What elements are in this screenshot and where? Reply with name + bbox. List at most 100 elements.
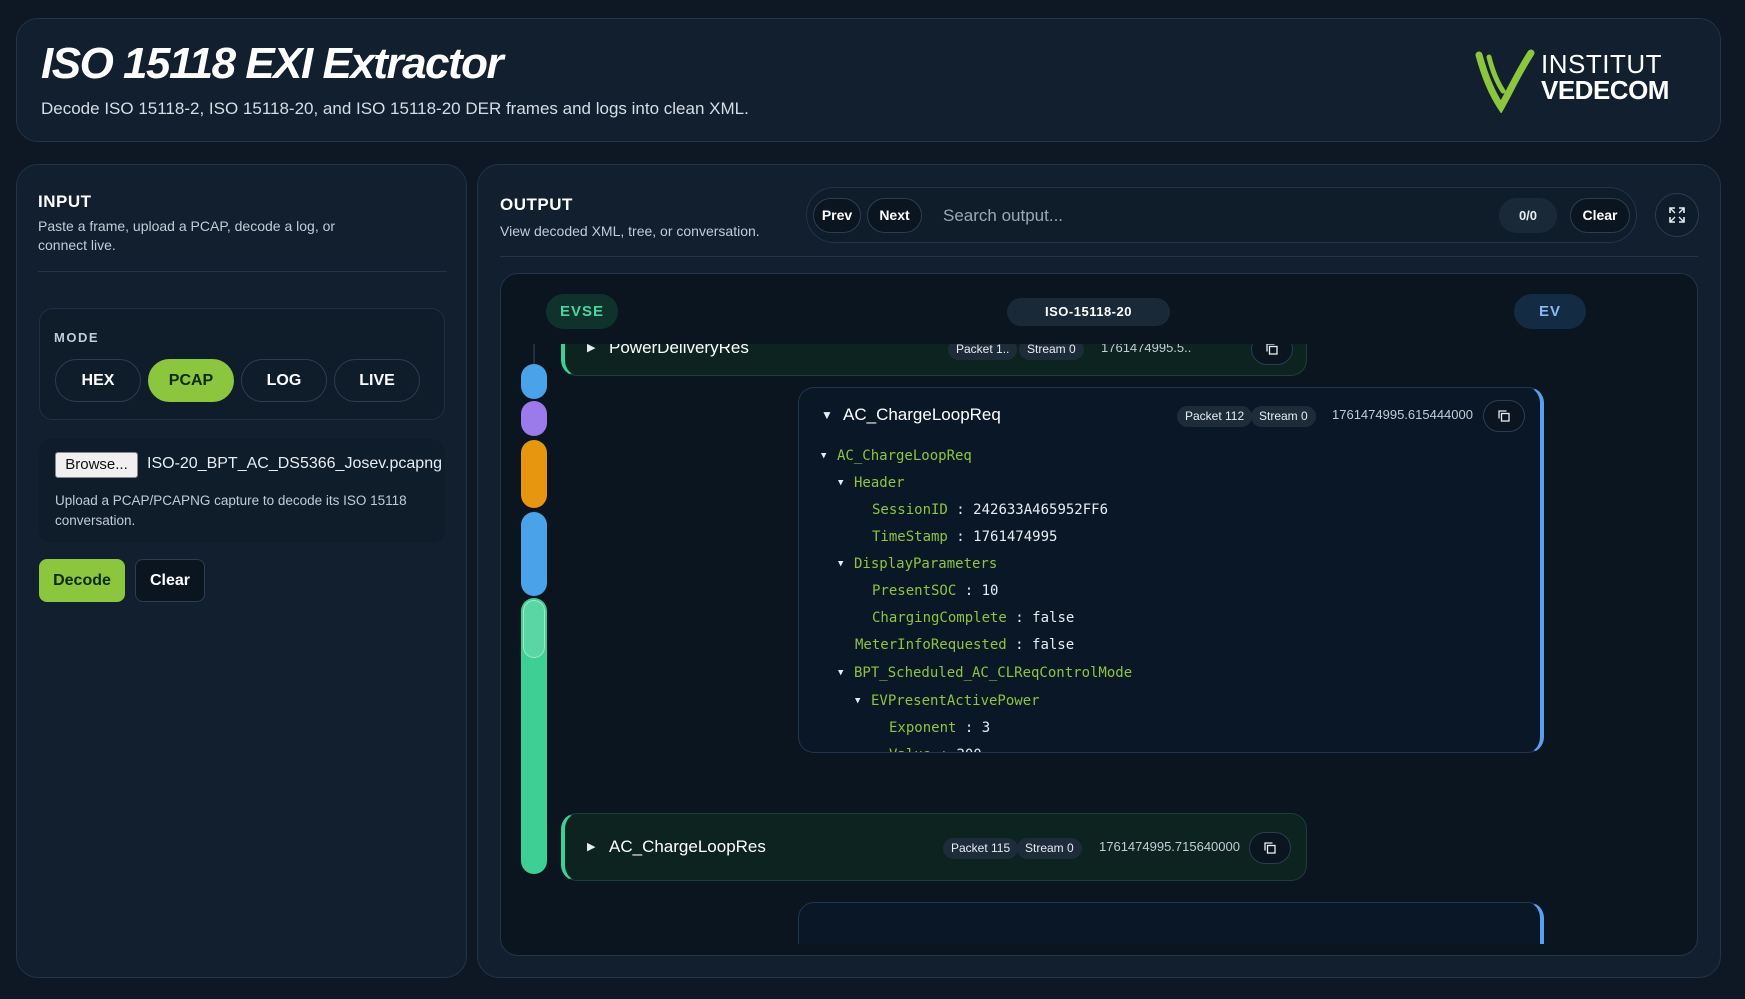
copy-button[interactable] [1483,400,1525,432]
tree-key: ChargingComplete [872,610,1007,626]
tree-leaf: PresentSOC : 10 [872,583,999,599]
message-card-ac-chargeloop-req[interactable]: ▼ AC_ChargeLoopReq Packet 112 Stream 0 1… [798,387,1544,753]
timeline-viewport-handle[interactable] [523,600,545,658]
output-panel: OUTPUT View decoded XML, tree, or conver… [477,164,1721,978]
search-bar: Prev Next 0/0 Clear [806,187,1637,243]
input-clear-button[interactable]: Clear [135,559,205,602]
ev-label: EV [1514,294,1586,329]
search-input[interactable] [943,198,1483,233]
copy-button[interactable] [1249,832,1291,864]
tree-key: SessionID [872,502,948,518]
tree-value: 1761474995 [973,529,1058,545]
tree-node[interactable]: ▼ EVPresentActivePower [855,691,1040,711]
mode-selector: MODE HEX PCAP LOG LIVE [39,308,445,420]
message-header[interactable]: ▶ PowerDeliveryRes Packet 1.. Stream 0 1… [565,344,1306,375]
expand-icon [1669,207,1685,223]
collapse-toggle-icon[interactable]: ▼ [821,408,833,422]
tree-leaf: MeterInfoRequested : false [855,637,1075,653]
message-name: PowerDeliveryRes [609,344,749,357]
conversation-scroll-area[interactable]: ▶ PowerDeliveryRes Packet 1.. Stream 0 1… [501,344,1697,944]
mode-pcap-button[interactable]: PCAP [148,359,234,402]
app-title: ISO 15118 EXI Extractor [41,39,504,88]
tree-key: BPT_Scheduled_AC_CLReqControlMode [854,665,1133,681]
evse-label: EVSE [546,294,618,329]
input-description: Paste a frame, upload a PCAP, decode a l… [38,218,336,253]
timeline-segment[interactable] [521,401,547,436]
copy-icon [1264,842,1276,854]
message-name: AC_ChargeLoopReq [843,405,1001,424]
next-button[interactable]: Next [867,198,922,233]
fullscreen-button[interactable] [1655,193,1699,237]
message-timestamp: 1761474995.5.. [1101,344,1192,355]
timeline-segment[interactable] [521,512,547,596]
mode-log-button[interactable]: LOG [241,359,327,402]
logo-word-institut: INSTITUT [1541,49,1662,79]
message-header[interactable]: ▶ AC_ChargeLoopRes Packet 115 Stream 0 1… [565,820,1306,876]
stream-chip: Stream 0 [1251,406,1316,427]
message-timeline [521,344,547,944]
copy-icon [1266,344,1278,355]
vedecom-logo-mark [1475,49,1535,114]
tree-toggle-icon[interactable]: ▼ [838,554,854,574]
message-card-next[interactable] [798,902,1544,944]
message-timestamp: 1761474995.715640000 [1099,839,1240,854]
stream-chip: Stream 0 [1017,838,1082,859]
output-description: View decoded XML, tree, or conversation. [500,223,760,239]
tree-value: 3 [981,720,991,736]
expand-toggle-icon[interactable]: ▶ [587,840,595,853]
selected-file-name: ISO-20_BPT_AC_DS5366_Josev.pcapng [147,455,442,472]
copy-icon [1498,410,1510,422]
divider [500,256,1698,257]
tree-value: 242633A465952FF6 [973,502,1109,518]
tree-leaf: Value : 200 [889,745,982,752]
mode-live-button[interactable]: LIVE [334,359,420,402]
packet-chip: Packet 1.. [948,344,1018,360]
app-subtitle: Decode ISO 15118-2, ISO 15118-20, and IS… [41,99,749,118]
mode-label: MODE [54,330,99,345]
file-help-text: Upload a PCAP/PCAPNG capture to decode i… [55,493,407,528]
search-result-count: 0/0 [1499,198,1557,233]
vedecom-logo: INSTITUT VEDECOM [1475,47,1675,114]
search-clear-button[interactable]: Clear [1570,198,1630,233]
input-title: INPUT [38,192,92,211]
tree-key: Header [854,475,905,491]
stream-chip: Stream 0 [1019,344,1084,360]
tree-value: 200 [956,747,981,752]
app-header: ISO 15118 EXI Extractor Decode ISO 15118… [16,18,1721,142]
logo-word-vedecom: VEDECOM [1541,75,1669,105]
tree-toggle-icon[interactable]: ▼ [855,691,871,711]
tree-node[interactable]: ▼ BPT_Scheduled_AC_CLReqControlMode [838,663,1132,683]
message-card-power-delivery-res[interactable]: ▶ PowerDeliveryRes Packet 1.. Stream 0 1… [561,344,1307,376]
tree-key: EVPresentActivePower [871,693,1040,709]
tree-value: false [1032,610,1075,626]
copy-button[interactable] [1251,344,1293,365]
browse-button[interactable]: Browse... [55,452,138,478]
packet-chip: Packet 112 [1177,406,1253,427]
message-name: AC_ChargeLoopRes [609,837,766,856]
tree-value: false [1032,637,1075,653]
prev-button[interactable]: Prev [813,198,861,233]
timeline-segment[interactable] [521,364,547,399]
tree-leaf: SessionID : 242633A465952FF6 [872,502,1109,518]
expand-toggle-icon[interactable]: ▶ [587,344,595,354]
tree-node[interactable]: ▼ DisplayParameters [838,554,997,574]
message-header[interactable]: ▼ AC_ChargeLoopReq Packet 112 Stream 0 1… [799,388,1540,444]
tree-leaf: ChargingComplete : false [872,610,1075,626]
tree-toggle-icon[interactable]: ▼ [821,446,837,466]
divider [38,271,447,272]
timeline-segment[interactable] [521,440,547,508]
message-card-ac-chargeloop-res[interactable]: ▶ AC_ChargeLoopRes Packet 115 Stream 0 1… [561,813,1307,881]
decode-button[interactable]: Decode [39,559,125,602]
tree-toggle-icon[interactable]: ▼ [838,473,854,493]
message-timestamp: 1761474995.615444000 [1332,407,1473,422]
tree-node[interactable]: ▼ AC_ChargeLoopReq [821,446,972,466]
tree-key: PresentSOC [872,583,957,599]
tree-key: AC_ChargeLoopReq [837,448,972,464]
tree-key: Value [889,747,931,752]
tree-toggle-icon[interactable]: ▼ [838,663,854,683]
conversation-view: EVSE ISO-15118-20 EV ▶ PowerDeliveryRes … [500,273,1698,956]
mode-hex-button[interactable]: HEX [55,359,141,402]
tree-leaf: Exponent : 3 [889,720,991,736]
tree-leaf: TimeStamp : 1761474995 [872,529,1058,545]
tree-node[interactable]: ▼ Header [838,473,905,493]
